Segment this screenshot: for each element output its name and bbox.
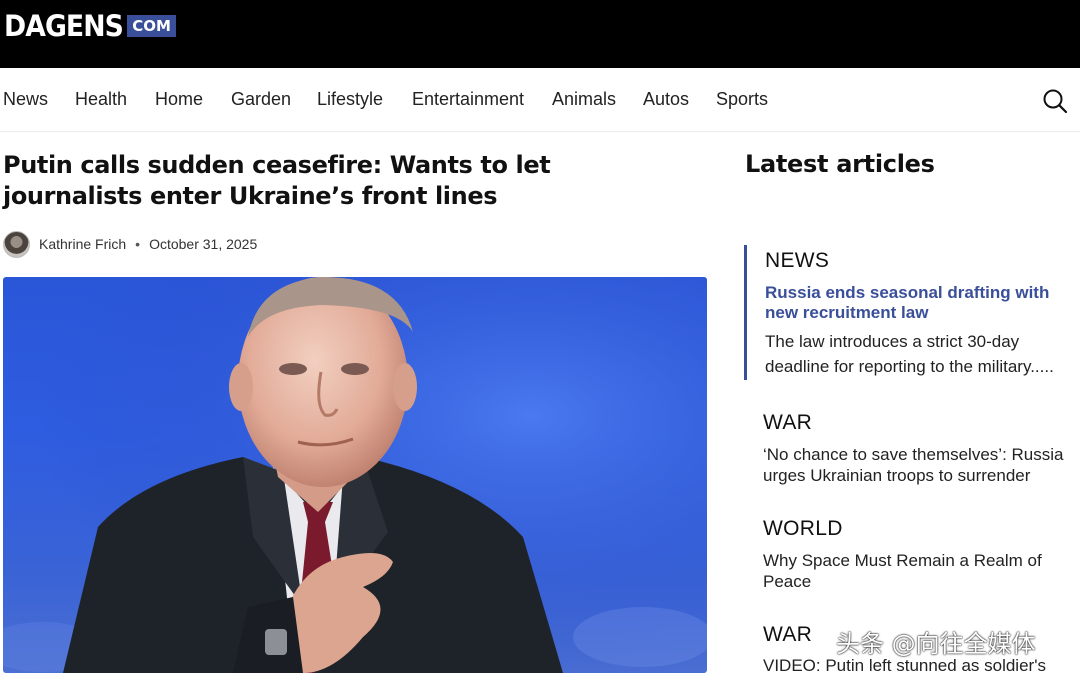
article-category[interactable]: WORLD	[763, 517, 843, 541]
nav-item-home[interactable]: Home	[155, 88, 203, 110]
logo-text: DAGENS	[4, 9, 124, 43]
nav-item-sports[interactable]: Sports	[716, 88, 768, 110]
nav-item-autos[interactable]: Autos	[643, 88, 689, 110]
nav-item-health[interactable]: Health	[75, 88, 127, 110]
search-button[interactable]	[1040, 86, 1070, 116]
hero-illustration	[3, 277, 707, 673]
nav-item-lifestyle[interactable]: Lifestyle	[317, 88, 383, 110]
article-category[interactable]: WAR	[763, 623, 812, 647]
site-logo[interactable]: DAGENS COM	[4, 10, 176, 42]
hero-image	[3, 277, 707, 673]
featured-accent-bar	[744, 245, 747, 380]
author-avatar[interactable]	[3, 230, 30, 258]
nav-item-news[interactable]: News	[3, 88, 48, 110]
sidebar-title: Latest articles	[745, 150, 935, 178]
watermark-text: 头条 @向往全媒体	[836, 630, 1036, 658]
featured-article-title[interactable]: Russia ends seasonal drafting with new r…	[765, 283, 1070, 323]
byline-separator: •	[135, 236, 141, 252]
author-name[interactable]: Kathrine Frich	[39, 236, 126, 252]
article-link[interactable]: Why Space Must Remain a Realm of Peace	[763, 550, 1063, 592]
nav-item-animals[interactable]: Animals	[552, 88, 616, 110]
featured-category[interactable]: NEWS	[765, 249, 829, 273]
nav-item-entertainment[interactable]: Entertainment	[412, 88, 524, 110]
main-nav: News Health Home Garden Lifestyle Entert…	[0, 68, 1080, 132]
site-header: DAGENS COM	[0, 0, 1080, 68]
article-headline: Putin calls sudden ceasefire: Wants to l…	[3, 151, 551, 210]
search-icon	[1043, 89, 1068, 114]
article-link[interactable]: ‘No chance to save themselves’: Russia u…	[763, 444, 1078, 486]
article-category[interactable]: WAR	[763, 411, 812, 435]
article-byline: Kathrine Frich • October 31, 2025	[3, 230, 257, 258]
nav-item-garden[interactable]: Garden	[231, 88, 291, 110]
article-date: October 31, 2025	[149, 236, 258, 252]
featured-article-description: The law introduces a strict 30-day deadl…	[765, 332, 1054, 376]
logo-suffix: COM	[127, 15, 176, 37]
